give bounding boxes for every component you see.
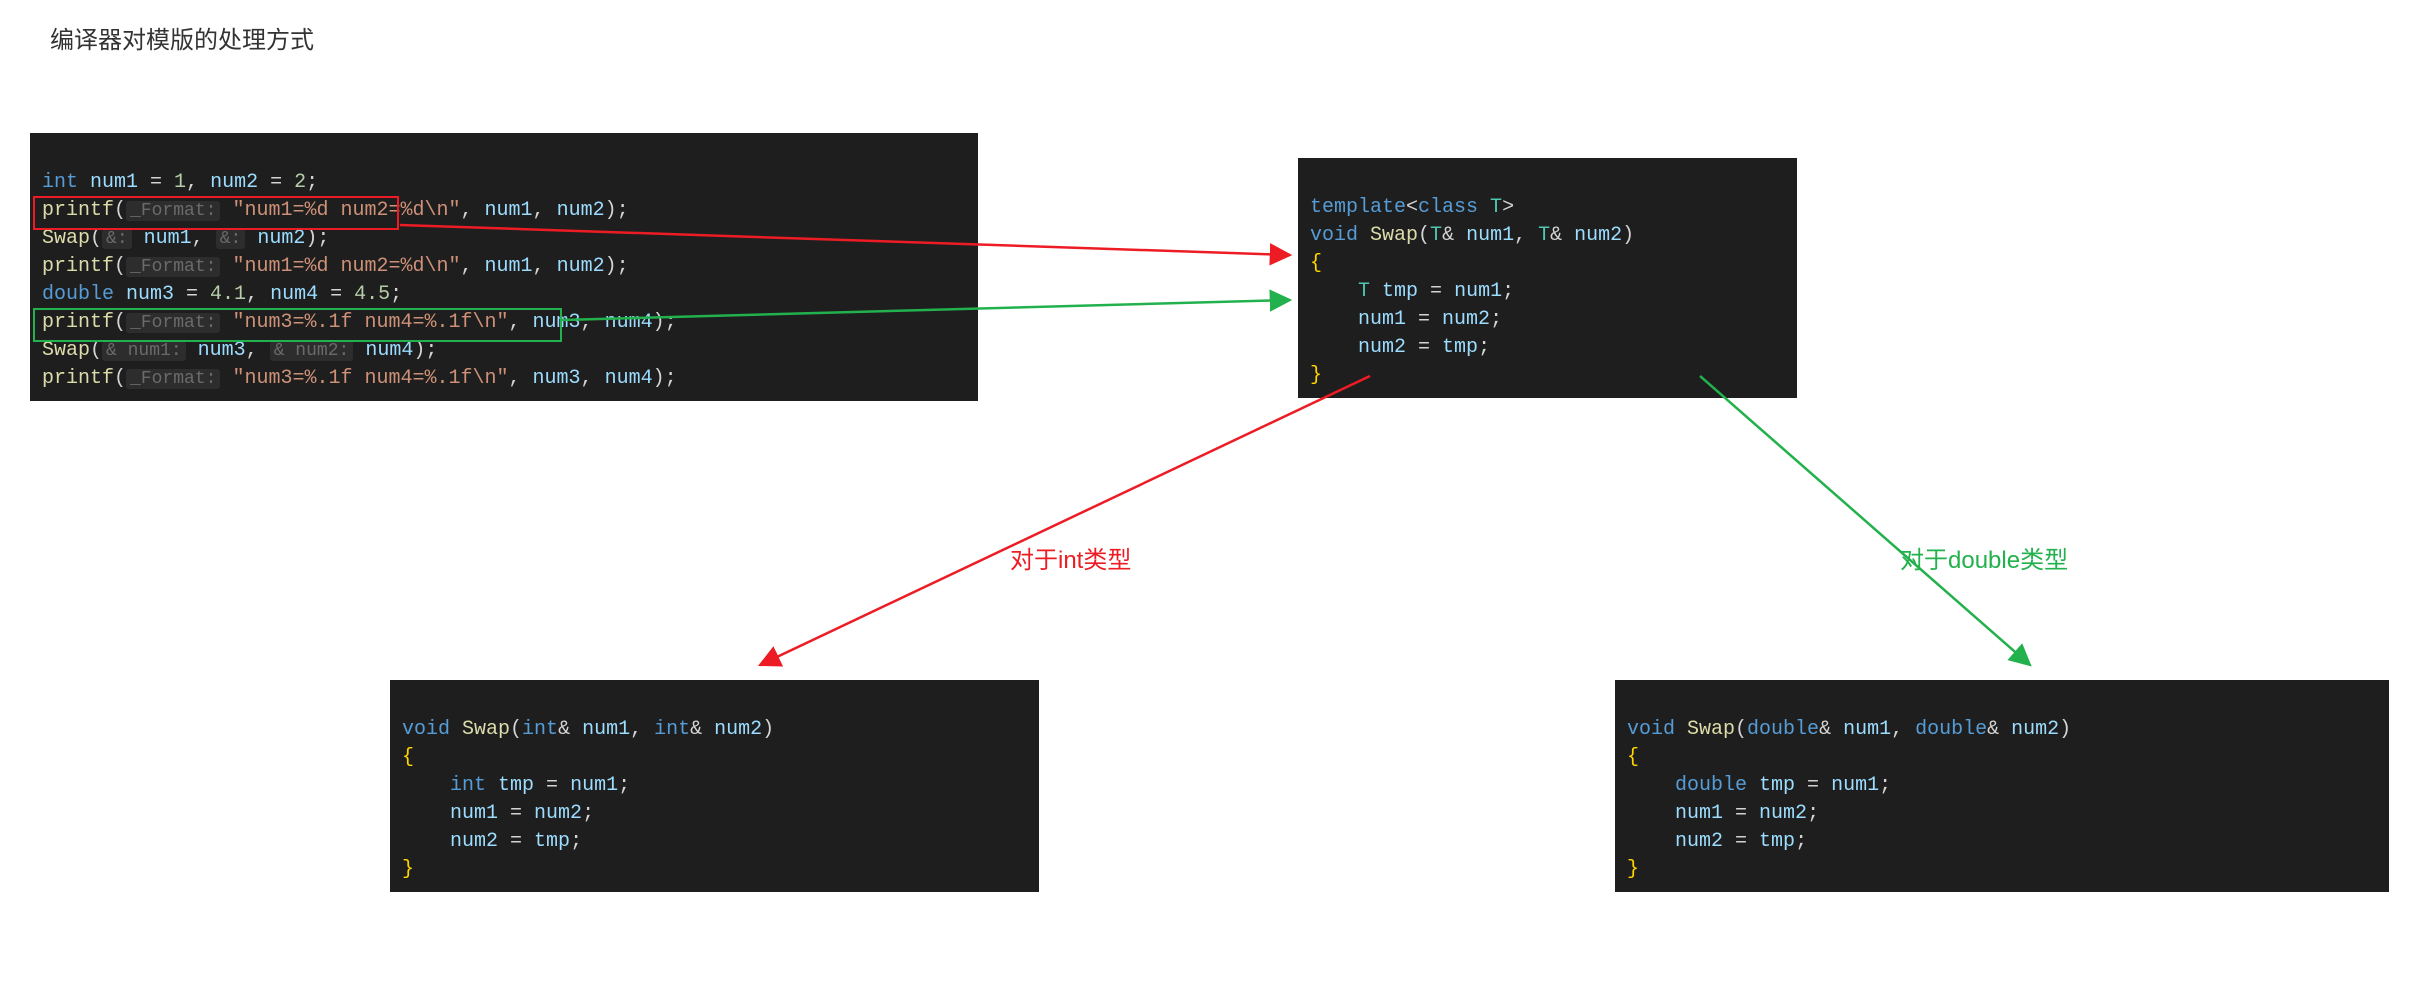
param-hint: _Format: [126, 201, 220, 221]
annotation-double: 对于double类型 [1900, 540, 2068, 575]
code-block-double: void Swap(double& num1, double& num2) { … [1615, 680, 2389, 892]
annotation-int: 对于int类型 [1010, 540, 1131, 575]
fn-swap-int: Swap [42, 227, 90, 250]
param-hint: &: [216, 229, 246, 249]
heading-title: 编译器对模版的处理方式 [50, 20, 314, 55]
code-block-int: void Swap(int& num1, int& num2) { int tm… [390, 680, 1039, 892]
fn-swap-double: Swap [42, 339, 90, 362]
code-block-usage: int num1 = 1, num2 = 2; printf(_Format: … [30, 133, 978, 401]
arrow-template-to-int [760, 376, 1370, 665]
keyword-double: double [42, 283, 126, 306]
code-block-template: template<class T> void Swap(T& num1, T& … [1298, 158, 1797, 398]
arrow-template-to-double [1700, 376, 2030, 665]
fn-printf: printf [42, 199, 114, 222]
param-hint: &: [102, 229, 132, 249]
keyword-int: int [42, 171, 90, 194]
